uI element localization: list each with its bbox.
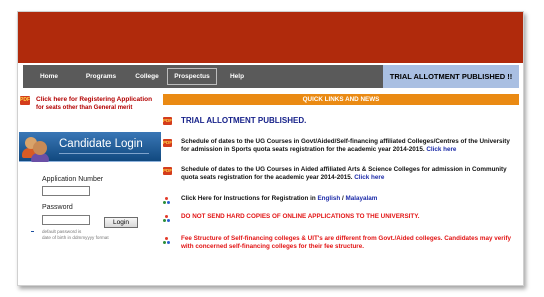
community-schedule-text: Schedule of dates to the UG Courses in A… (181, 166, 507, 181)
login-button[interactable]: Login (104, 217, 138, 228)
password-label: Password (42, 204, 73, 211)
news-item-sports: PDF Schedule of dates to the UG Courses … (163, 138, 519, 154)
page-frame: Home Programs College Prospectus Help TR… (17, 11, 524, 286)
malayalam-link[interactable]: Malayalam (345, 195, 377, 202)
news-item-fee: Fee Structure of Self-financing colleges… (163, 235, 519, 251)
news-item-instructions: Click Here for Instructions for Registra… (163, 195, 519, 205)
status-banner: TRIAL ALLOTMENT PUBLISHED !! (383, 65, 519, 88)
nav-college[interactable]: College (127, 65, 167, 88)
nav-home[interactable]: Home (23, 65, 75, 88)
nav-programs[interactable]: Programs (75, 65, 127, 88)
password-field[interactable] (42, 215, 90, 225)
news-item-trial: PDF TRIAL ALLOTMENT PUBLISHED. (163, 116, 519, 126)
pdf-icon: PDF (163, 117, 172, 125)
trial-allotment-link[interactable]: TRIAL ALLOTMENT PUBLISHED. (181, 116, 306, 126)
user-head-icon-2 (33, 141, 47, 155)
pdf-icon: PDF (163, 139, 172, 147)
sports-schedule-text: Schedule of dates to the UG Courses in G… (181, 138, 510, 153)
community-click-here-link[interactable]: Click here (354, 174, 384, 181)
nav-help[interactable]: Help (217, 65, 257, 88)
bullet-icon (163, 237, 171, 245)
pdf-icon: PDF (163, 167, 172, 175)
quick-links-header: QUICK LINKS AND NEWS (163, 94, 519, 105)
register-text-2: for seats other than General merit (36, 105, 133, 111)
news-item-community: PDF Schedule of dates to the UG Courses … (163, 166, 519, 182)
language-separator: / (341, 195, 344, 202)
main-nav: Home Programs College Prospectus Help TR… (23, 65, 519, 88)
site-banner (18, 12, 523, 63)
login-title: Candidate Login (59, 138, 143, 150)
fee-structure-notice: Fee Structure of Self-financing colleges… (181, 235, 512, 250)
application-number-field[interactable] (42, 186, 90, 196)
hint-marker (31, 231, 34, 232)
register-link[interactable]: Click here (36, 96, 67, 103)
left-panel: PDF Click here for Registering Applicati… (18, 92, 161, 285)
nav-prospectus[interactable]: Prospectus (167, 68, 217, 85)
instructions-text: Click Here for Instructions for Registra… (181, 195, 316, 202)
candidate-login-header: Candidate Login (19, 132, 161, 162)
hint-line-1: default password is (42, 229, 82, 234)
registration-link[interactable]: PDF Click here for Registering Applicati… (20, 96, 160, 112)
hint-line-2: date of birth in ddmmyyyy format (42, 235, 109, 240)
bullet-icon (163, 197, 171, 205)
login-title-underline (59, 153, 149, 154)
bullet-icon (163, 215, 171, 223)
application-number-label: Application Number (42, 176, 104, 183)
sports-click-here-link[interactable]: Click here (426, 146, 456, 153)
password-hint: default password is date of birth in ddm… (42, 229, 160, 241)
english-link[interactable]: English (317, 195, 340, 202)
hard-copies-notice: DO NOT SEND HARD COPIES OF ONLINE APPLIC… (181, 213, 420, 220)
news-item-hard-copies: DO NOT SEND HARD COPIES OF ONLINE APPLIC… (163, 213, 519, 223)
register-text: for Registering Application (68, 96, 153, 103)
pdf-icon: PDF (20, 96, 30, 105)
